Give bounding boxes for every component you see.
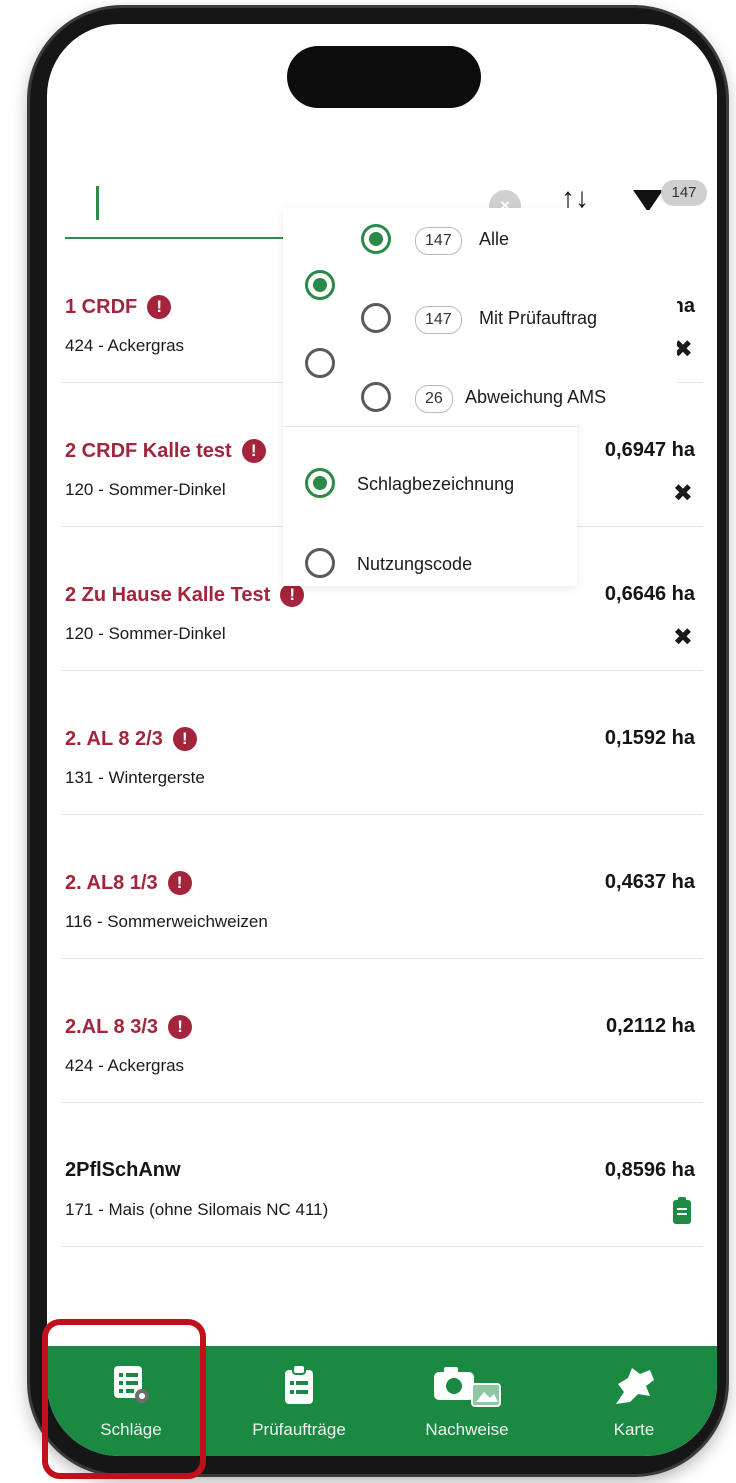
app-screen: × ↑↓ 147 1 CRDF! 424 - Ackergras ) ha ✖ …	[47, 24, 717, 1456]
filter-option-label[interactable]: Alle	[479, 229, 509, 250]
field-list-item[interactable]: 2. AL 8 2/3! 131 - Wintergerste 0,1592 h…	[61, 671, 703, 815]
sort-option-label[interactable]: Schlagbezeichnung	[357, 474, 514, 495]
field-name: 1 CRDF	[65, 295, 138, 318]
field-area: 0,8596 ha	[604, 1159, 695, 1181]
nav-item-pruefauftraege[interactable]: Prüfaufträge	[215, 1346, 383, 1456]
field-usage-code: 424 - Ackergras	[65, 336, 185, 355]
filter-count-pill: 147	[415, 306, 462, 334]
field-name: 2PflSchAnw	[65, 1159, 181, 1181]
camera-icon	[432, 1364, 502, 1413]
map-icon: ✖	[672, 480, 693, 507]
filter-radio-abweichung-ams[interactable]	[361, 382, 391, 412]
filter-count-pill: 26	[415, 385, 453, 413]
field-area: 0,6646 ha	[604, 583, 695, 605]
map-icon	[610, 1364, 658, 1413]
sort-radio-schlagbezeichnung[interactable]	[305, 468, 335, 498]
filter-menu: 147 Alle 147 Mit Prüfauftrag 26 Abweichu…	[347, 210, 677, 424]
field-usage-code: 131 - Wintergerste	[65, 768, 205, 787]
filter-radio-alle[interactable]	[361, 224, 391, 254]
field-area: 0,1592 ha	[604, 727, 695, 749]
filter-count-pill: 147	[415, 227, 462, 255]
field-name: 2 CRDF Kalle test	[65, 439, 232, 462]
nav-item-karte[interactable]: Karte	[551, 1346, 717, 1456]
field-name: 2.AL 8 3/3	[65, 1015, 159, 1038]
nav-label: Nachweise	[425, 1420, 509, 1439]
map-icon: ✖	[672, 624, 693, 651]
field-list-item[interactable]: 2PflSchAnw 171 - Mais (ohne Silomais NC …	[61, 1103, 703, 1247]
field-usage-code: 171 - Mais (ohne Silomais NC 411)	[65, 1200, 329, 1219]
field-name: 2 Zu Hause Kalle Test	[65, 583, 271, 606]
field-area: 0,2112 ha	[606, 1015, 695, 1037]
sort-option-label[interactable]: Nutzungscode	[357, 554, 472, 575]
sort-radio-indicator[interactable]	[305, 270, 335, 300]
clipboard-icon	[282, 1364, 316, 1411]
field-area: 0,6947 ha	[604, 439, 695, 461]
warning-icon: !	[241, 439, 266, 463]
highlight-annotation	[42, 1319, 206, 1479]
field-list-item[interactable]: 2.AL 8 3/3! 424 - Ackergras 0,2112 ha	[61, 959, 703, 1103]
filter-icon[interactable]	[633, 190, 663, 212]
filter-count-badge: 147	[661, 180, 707, 206]
sort-radio-nutzungscode[interactable]	[305, 548, 335, 578]
warning-icon: !	[172, 727, 197, 751]
nav-item-nachweise[interactable]: Nachweise	[383, 1346, 551, 1456]
dynamic-island	[287, 46, 481, 108]
warning-icon: !	[147, 295, 172, 319]
field-usage-code: 424 - Ackergras	[65, 1056, 185, 1075]
nav-label: Karte	[613, 1420, 655, 1439]
field-name: 2. AL 8 2/3	[65, 727, 163, 750]
warning-icon: !	[168, 1015, 193, 1039]
warning-icon: !	[167, 871, 192, 895]
sort-radio-indicator[interactable]	[305, 348, 335, 378]
sort-divider	[283, 426, 577, 427]
field-name: 2. AL8 1/3	[65, 871, 158, 894]
field-usage-code: 120 - Sommer-Dinkel	[65, 624, 226, 643]
clipboard-icon	[673, 1197, 691, 1224]
filter-radio-mit-pruefauftrag[interactable]	[361, 303, 391, 333]
warning-icon: !	[280, 583, 305, 607]
field-usage-code: 116 - Sommerweichweizen	[65, 912, 268, 931]
field-usage-code: 120 - Sommer-Dinkel	[65, 480, 226, 499]
field-area: 0,4637 ha	[604, 871, 695, 893]
field-list-item[interactable]: 2. AL8 1/3! 116 - Sommerweichweizen 0,46…	[61, 815, 703, 959]
search-input[interactable]	[96, 186, 99, 220]
filter-option-label[interactable]: Mit Prüfauftrag	[479, 308, 597, 329]
nav-label: Prüfaufträge	[252, 1420, 346, 1439]
filter-option-label[interactable]: Abweichung AMS	[465, 387, 606, 408]
